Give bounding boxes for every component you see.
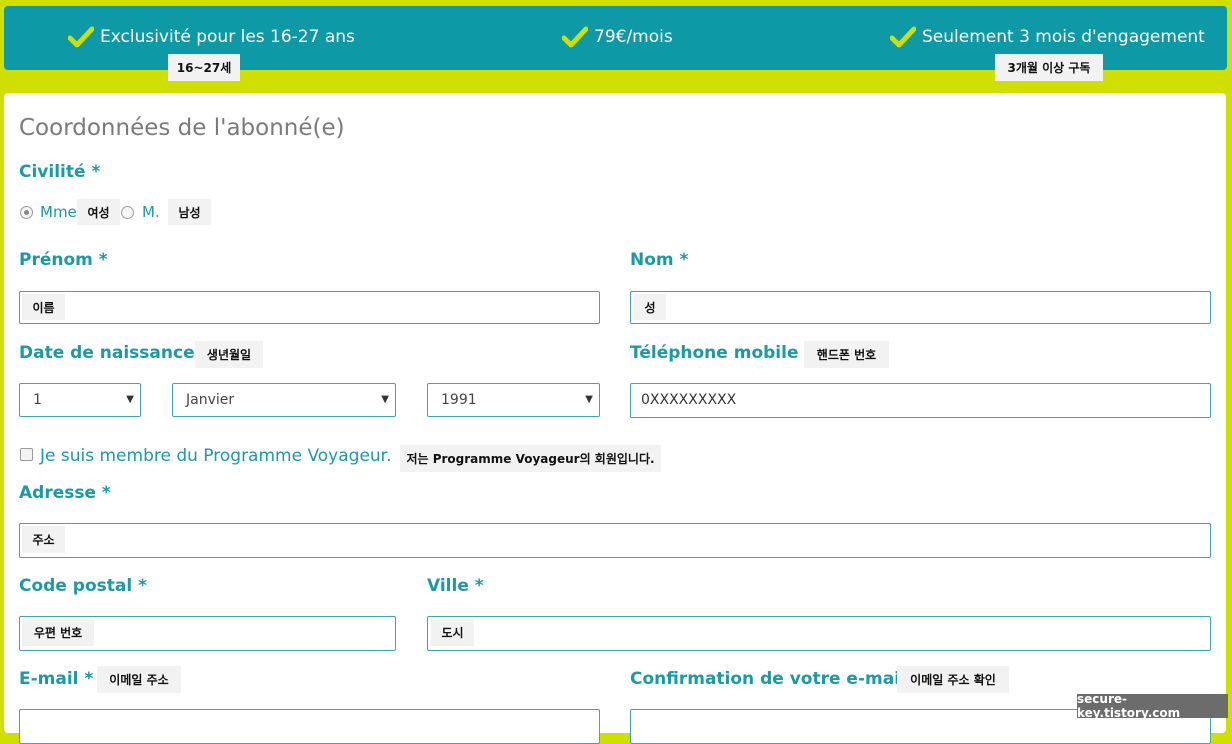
code-postal-note: 우편 번호 (22, 619, 94, 646)
section-title: Coordonnées de l'abonné(e) (19, 115, 345, 141)
naissance-note: 생년월일 (195, 341, 263, 368)
adresse-note: 주소 (22, 526, 65, 553)
feature-engagement-note: 3개월 이상 구독 (995, 54, 1103, 81)
telephone-input[interactable]: 0XXXXXXXXX (630, 383, 1211, 418)
feature-engagement-label: Seulement 3 mois d'engagement (922, 27, 1205, 47)
nom-note: 성 (634, 294, 666, 320)
prenom-input[interactable] (19, 291, 600, 324)
birth-day-value: 1 (33, 392, 42, 408)
checkmark-icon (890, 26, 916, 48)
checkmark-icon (562, 26, 588, 48)
radio-mme[interactable] (20, 206, 33, 219)
code-postal-label: Code postal * (19, 576, 147, 596)
ville-input[interactable] (427, 616, 1211, 651)
radio-mme-note: 여성 (77, 199, 120, 225)
nom-input[interactable] (630, 291, 1211, 324)
radio-m-note: 남성 (168, 199, 211, 225)
ville-label: Ville * (427, 576, 484, 596)
feature-price-label: 79€/mois (594, 27, 673, 47)
feature-price: 79€/mois (562, 22, 673, 52)
watermark: secure-key.tistory.com (1077, 692, 1228, 720)
voyageur-checkbox[interactable] (20, 448, 33, 461)
prenom-note: 이름 (22, 294, 65, 320)
radio-m[interactable] (121, 206, 134, 219)
voyageur-note: 저는 Programme Voyageur의 회원입니다. (400, 445, 661, 472)
feature-age-note: 16~27세 (168, 54, 240, 81)
birth-month-select[interactable]: Janvier ▼ (172, 383, 396, 417)
email-input[interactable] (19, 709, 600, 744)
checkmark-icon (68, 26, 94, 48)
civilite-label: Civilité * (19, 162, 101, 182)
birth-year-value: 1991 (441, 392, 477, 408)
birth-year-select[interactable]: 1991 ▼ (427, 383, 600, 417)
telephone-note: 핸드폰 번호 (804, 341, 889, 368)
dropdown-arrow-icon: ▼ (585, 394, 593, 405)
email-note: 이메일 주소 (97, 666, 181, 693)
adresse-input[interactable] (19, 523, 1211, 558)
radio-mme-label[interactable]: Mme (40, 203, 77, 221)
telephone-value: 0XXXXXXXXX (641, 392, 737, 408)
feature-engagement: Seulement 3 mois d'engagement (890, 22, 1205, 52)
dropdown-arrow-icon: ▼ (126, 394, 134, 405)
naissance-label: Date de naissance * (19, 343, 210, 363)
email-label: E-mail * (19, 669, 94, 689)
prenom-label: Prénom * (19, 250, 108, 270)
feature-age: Exclusivité pour les 16-27 ans (68, 22, 355, 52)
adresse-label: Adresse * (19, 483, 111, 503)
voyageur-label[interactable]: Je suis membre du Programme Voyageur. (40, 446, 392, 466)
ville-note: 도시 (431, 619, 474, 646)
birth-month-value: Janvier (186, 392, 235, 408)
radio-m-label[interactable]: M. (142, 203, 160, 221)
email-confirm-label: Confirmation de votre e-mail * (630, 669, 921, 689)
feature-age-label: Exclusivité pour les 16-27 ans (100, 27, 355, 47)
dropdown-arrow-icon: ▼ (381, 394, 389, 405)
email-confirm-note: 이메일 주소 확인 (897, 666, 1009, 693)
telephone-label: Téléphone mobile * (630, 343, 814, 363)
nom-label: Nom * (630, 250, 689, 270)
birth-day-select[interactable]: 1 ▼ (19, 383, 141, 417)
